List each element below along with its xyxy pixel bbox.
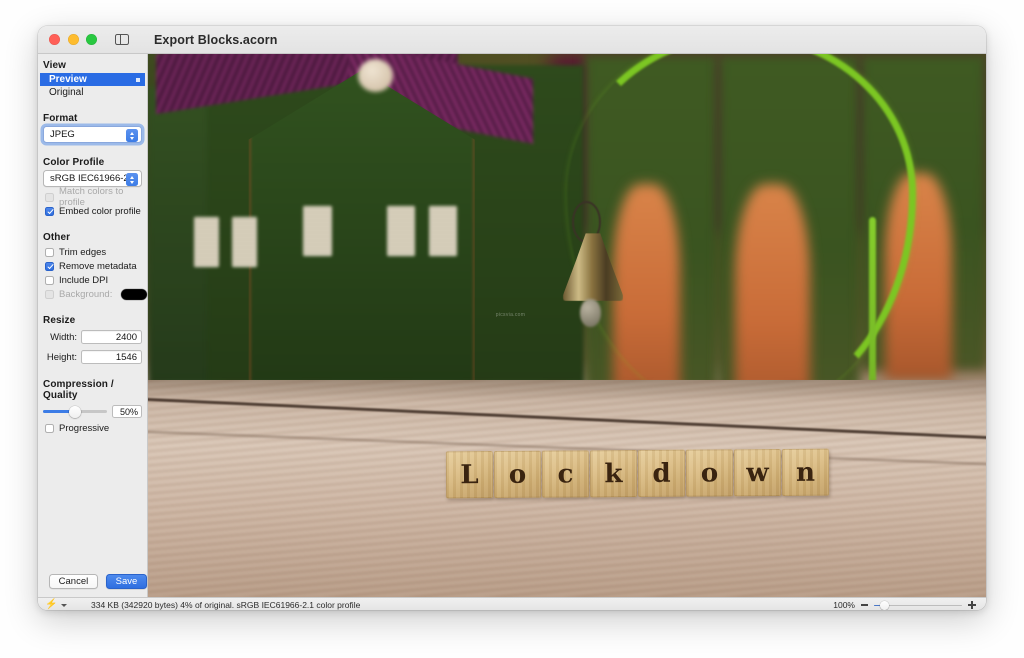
embed-color-profile-checkbox[interactable] — [45, 206, 54, 216]
include-dpi-label: Include DPI — [59, 274, 109, 286]
image-preview-canvas[interactable]: picsvia.com L o c k d o w n — [148, 54, 986, 597]
photo-window-3 — [428, 206, 458, 256]
remove-metadata-checkbox[interactable] — [45, 261, 54, 271]
dialog-buttons: Cancel Save — [38, 574, 147, 589]
photo-window-2 — [386, 206, 416, 256]
background-checkbox — [45, 289, 54, 299]
photo-window-5 — [231, 216, 257, 267]
letter-block: n — [782, 449, 830, 497]
window-titlebar: Export Blocks.acorn — [38, 26, 986, 54]
photo-window-1 — [303, 206, 332, 256]
progressive-label: Progressive — [59, 422, 110, 434]
chevron-down-icon[interactable] — [61, 603, 68, 607]
color-profile-select[interactable]: sRGB IEC61966-2.1 — [43, 170, 142, 187]
background-row: Background: — [45, 287, 147, 301]
view-heading: View — [43, 60, 67, 71]
letter-block: d — [638, 450, 686, 498]
status-bar: ⚡ 334 KB (342920 bytes) 4% of original. … — [38, 597, 986, 610]
letter-block: c — [542, 450, 590, 499]
format-heading: Format — [43, 113, 78, 124]
zoom-control: 100% — [833, 600, 986, 610]
compression-value[interactable]: 50% — [112, 405, 142, 418]
letter-block-glyph: d — [652, 458, 672, 489]
screen: Export Blocks.acorn View Preview Origina… — [0, 0, 1024, 658]
minus-icon[interactable] — [861, 604, 868, 606]
letter-block: w — [734, 449, 782, 497]
progressive-checkbox[interactable] — [45, 423, 54, 433]
other-heading: Other — [43, 232, 71, 243]
remove-metadata-label: Remove metadata — [59, 260, 137, 272]
window-title: Export Blocks.acorn — [154, 32, 278, 47]
embed-color-profile-row[interactable]: Embed color profile — [45, 204, 147, 218]
view-option-preview[interactable]: Preview — [40, 73, 145, 86]
photo-doll-head — [357, 59, 393, 92]
background-color-well[interactable] — [121, 288, 147, 300]
preview-photo: picsvia.com L o c k d o w n — [148, 54, 986, 597]
letter-block-glyph: n — [796, 457, 816, 488]
match-colors-checkbox — [45, 192, 54, 202]
zoom-slider[interactable] — [874, 600, 962, 610]
view-option-list: Preview Original — [40, 73, 145, 99]
width-input[interactable]: 2400 — [81, 330, 142, 344]
status-info-text: 334 KB (342920 bytes) 4% of original. sR… — [91, 600, 361, 610]
zoom-level-label: 100% — [833, 600, 855, 610]
background-label: Background: — [59, 288, 113, 300]
width-label: Width: — [50, 331, 77, 343]
save-button[interactable]: Save — [105, 574, 147, 589]
resize-heading: Resize — [43, 315, 76, 326]
trim-edges-checkbox[interactable] — [45, 247, 54, 257]
format-select[interactable]: JPEG — [43, 126, 142, 143]
lightning-bolt-icon[interactable]: ⚡ — [45, 600, 57, 610]
photo-watermark: picsvia.com — [495, 311, 526, 318]
view-option-original[interactable]: Original — [40, 86, 145, 99]
include-dpi-row[interactable]: Include DPI — [45, 273, 147, 287]
selection-marker-icon — [136, 77, 140, 82]
trim-edges-row[interactable]: Trim edges — [45, 245, 147, 259]
height-input[interactable]: 1546 — [81, 350, 142, 364]
cancel-button[interactable]: Cancel — [49, 574, 98, 589]
include-dpi-checkbox[interactable] — [45, 275, 54, 285]
chevron-updown-icon — [126, 173, 138, 186]
letter-block: o — [494, 451, 542, 499]
progressive-row[interactable]: Progressive — [45, 421, 147, 435]
match-colors-to-profile-row: Match colors to profile — [45, 186, 147, 208]
width-row: Width: 2400 — [43, 329, 142, 345]
compression-slider[interactable] — [43, 405, 107, 418]
letter-block-glyph: w — [746, 457, 770, 489]
export-options-sidebar: View Preview Original Format JPEG Color … — [38, 54, 148, 597]
embed-color-profile-label: Embed color profile — [59, 205, 141, 217]
chevron-updown-icon — [126, 129, 138, 142]
window-body: View Preview Original Format JPEG Color … — [38, 54, 986, 597]
view-option-original-label: Original — [49, 87, 84, 98]
compression-heading: Compression / Quality — [43, 379, 114, 401]
zoom-slider-knob[interactable] — [880, 600, 889, 610]
color-profile-select-value: sRGB IEC61966-2.1 — [50, 173, 137, 184]
letter-block-glyph: o — [701, 458, 719, 489]
height-row: Height: 1546 — [43, 349, 142, 365]
letter-block-glyph: k — [604, 458, 623, 490]
height-label: Height: — [46, 351, 77, 363]
view-option-preview-label: Preview — [49, 74, 87, 85]
plus-icon[interactable] — [968, 601, 976, 609]
export-window: Export Blocks.acorn View Preview Origina… — [38, 26, 986, 610]
letter-block-glyph: L — [460, 459, 480, 491]
letter-block: k — [590, 450, 638, 498]
trim-edges-label: Trim edges — [59, 246, 107, 258]
letter-block: L — [446, 451, 494, 499]
photo-bell-clapper — [580, 299, 601, 327]
photo-window-4 — [194, 216, 220, 267]
letter-block-glyph: o — [509, 459, 527, 490]
remove-metadata-row[interactable]: Remove metadata — [45, 259, 147, 273]
photo-letter-blocks: L o c k d o w n — [446, 449, 830, 499]
format-select-value: JPEG — [50, 129, 75, 140]
color-profile-heading: Color Profile — [43, 157, 105, 168]
letter-block: o — [686, 449, 734, 498]
letter-block-glyph: c — [557, 459, 574, 490]
compression-row: 50% — [43, 405, 142, 418]
status-actions[interactable]: ⚡ — [38, 600, 91, 610]
slider-knob[interactable] — [69, 405, 81, 418]
